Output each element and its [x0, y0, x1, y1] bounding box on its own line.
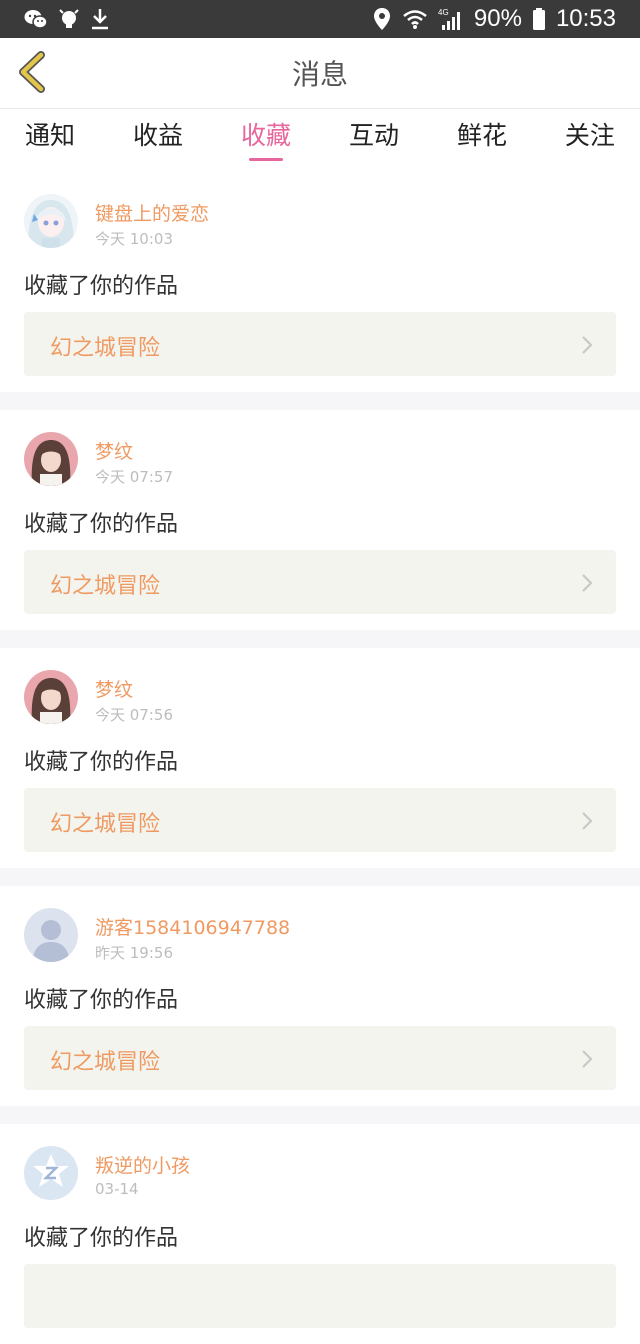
tab-label: 通知	[25, 121, 76, 150]
tab-earnings[interactable]: 收益	[133, 109, 183, 169]
username[interactable]: 梦纹	[95, 437, 133, 464]
category-tabs: 通知 收益 收藏 互动 鲜花 关注	[0, 109, 640, 169]
timestamp: 今天 07:57	[95, 468, 173, 486]
back-button[interactable]	[14, 51, 50, 97]
chevron-left-icon	[17, 51, 47, 97]
tab-favorites[interactable]: 收藏	[241, 109, 291, 169]
work-card[interactable]: 幻之城冒险	[24, 1026, 616, 1090]
timestamp: 今天 10:03	[95, 230, 173, 248]
work-card[interactable]: 幻之城冒险	[24, 788, 616, 852]
action-text: 收藏了你的作品	[24, 988, 179, 1013]
download-icon	[90, 7, 110, 31]
default-person-avatar[interactable]	[24, 908, 78, 962]
divider	[0, 1106, 640, 1124]
message-list: 键盘上的爱恋 今天 10:03 收藏了你的作品 幻之城冒险 梦纹 今天 07:5…	[0, 172, 640, 1344]
battery-icon	[532, 7, 546, 31]
list-item: 梦纹 今天 07:57 收藏了你的作品 幻之城冒险	[0, 410, 640, 630]
work-title: 幻之城冒险	[50, 1050, 161, 1075]
work-title: 幻之城冒险	[50, 574, 161, 599]
clock: 10:53	[555, 5, 616, 32]
username[interactable]: 游客1584106947788	[95, 913, 290, 940]
qq-default-avatar[interactable]	[24, 1146, 78, 1200]
chevron-right-icon	[580, 1048, 594, 1074]
wifi-icon	[402, 8, 428, 30]
username[interactable]: 梦纹	[95, 675, 133, 702]
work-card[interactable]	[24, 1264, 616, 1328]
anime-girl-avatar[interactable]	[24, 194, 78, 248]
battery-percent: 90%	[473, 5, 522, 32]
notification-bulb-icon	[58, 7, 80, 31]
chevron-right-icon	[580, 334, 594, 360]
divider	[0, 392, 640, 410]
action-text: 收藏了你的作品	[24, 274, 179, 299]
work-card[interactable]: 幻之城冒险	[24, 312, 616, 376]
tab-label: 收益	[132, 121, 183, 150]
list-item: 叛逆的小孩 03-14 收藏了你的作品	[0, 1124, 640, 1344]
timestamp: 03-14	[95, 1180, 139, 1198]
divider	[0, 630, 640, 648]
svg-text:4G: 4G	[438, 8, 449, 17]
tab-label: 鲜花	[456, 121, 507, 150]
chevron-right-icon	[580, 572, 594, 598]
action-text: 收藏了你的作品	[24, 750, 179, 775]
work-title: 幻之城冒险	[50, 812, 161, 837]
timestamp: 昨天 19:56	[95, 944, 173, 962]
timestamp: 今天 07:56	[95, 706, 173, 724]
tab-notification[interactable]: 通知	[25, 109, 75, 169]
action-text: 收藏了你的作品	[24, 512, 179, 537]
wechat-icon	[24, 8, 48, 30]
list-item: 键盘上的爱恋 今天 10:03 收藏了你的作品 幻之城冒险	[0, 172, 640, 392]
tab-label: 收藏	[240, 121, 291, 150]
tab-flowers[interactable]: 鲜花	[457, 109, 507, 169]
page-title: 消息	[291, 58, 348, 91]
tab-interaction[interactable]: 互动	[349, 109, 399, 169]
tab-label: 互动	[348, 121, 399, 150]
photo-girl-avatar[interactable]	[24, 432, 78, 486]
username[interactable]: 键盘上的爱恋	[95, 199, 209, 226]
photo-girl-avatar[interactable]	[24, 670, 78, 724]
list-item: 游客1584106947788 昨天 19:56 收藏了你的作品 幻之城冒险	[0, 886, 640, 1106]
work-card[interactable]: 幻之城冒险	[24, 550, 616, 614]
navigation-header: 消息	[0, 38, 640, 109]
active-tab-indicator	[248, 158, 283, 161]
chevron-right-icon	[580, 810, 594, 836]
tab-label: 关注	[564, 121, 615, 150]
location-icon	[372, 7, 392, 31]
work-title: 幻之城冒险	[50, 336, 161, 361]
action-text: 收藏了你的作品	[24, 1226, 179, 1251]
username[interactable]: 叛逆的小孩	[95, 1151, 190, 1178]
signal-4g-icon: 4G	[438, 7, 464, 31]
tab-follow[interactable]: 关注	[565, 109, 615, 169]
list-item: 梦纹 今天 07:56 收藏了你的作品 幻之城冒险	[0, 648, 640, 868]
divider	[0, 868, 640, 886]
status-bar: 4G 90% 10:53	[0, 0, 640, 38]
